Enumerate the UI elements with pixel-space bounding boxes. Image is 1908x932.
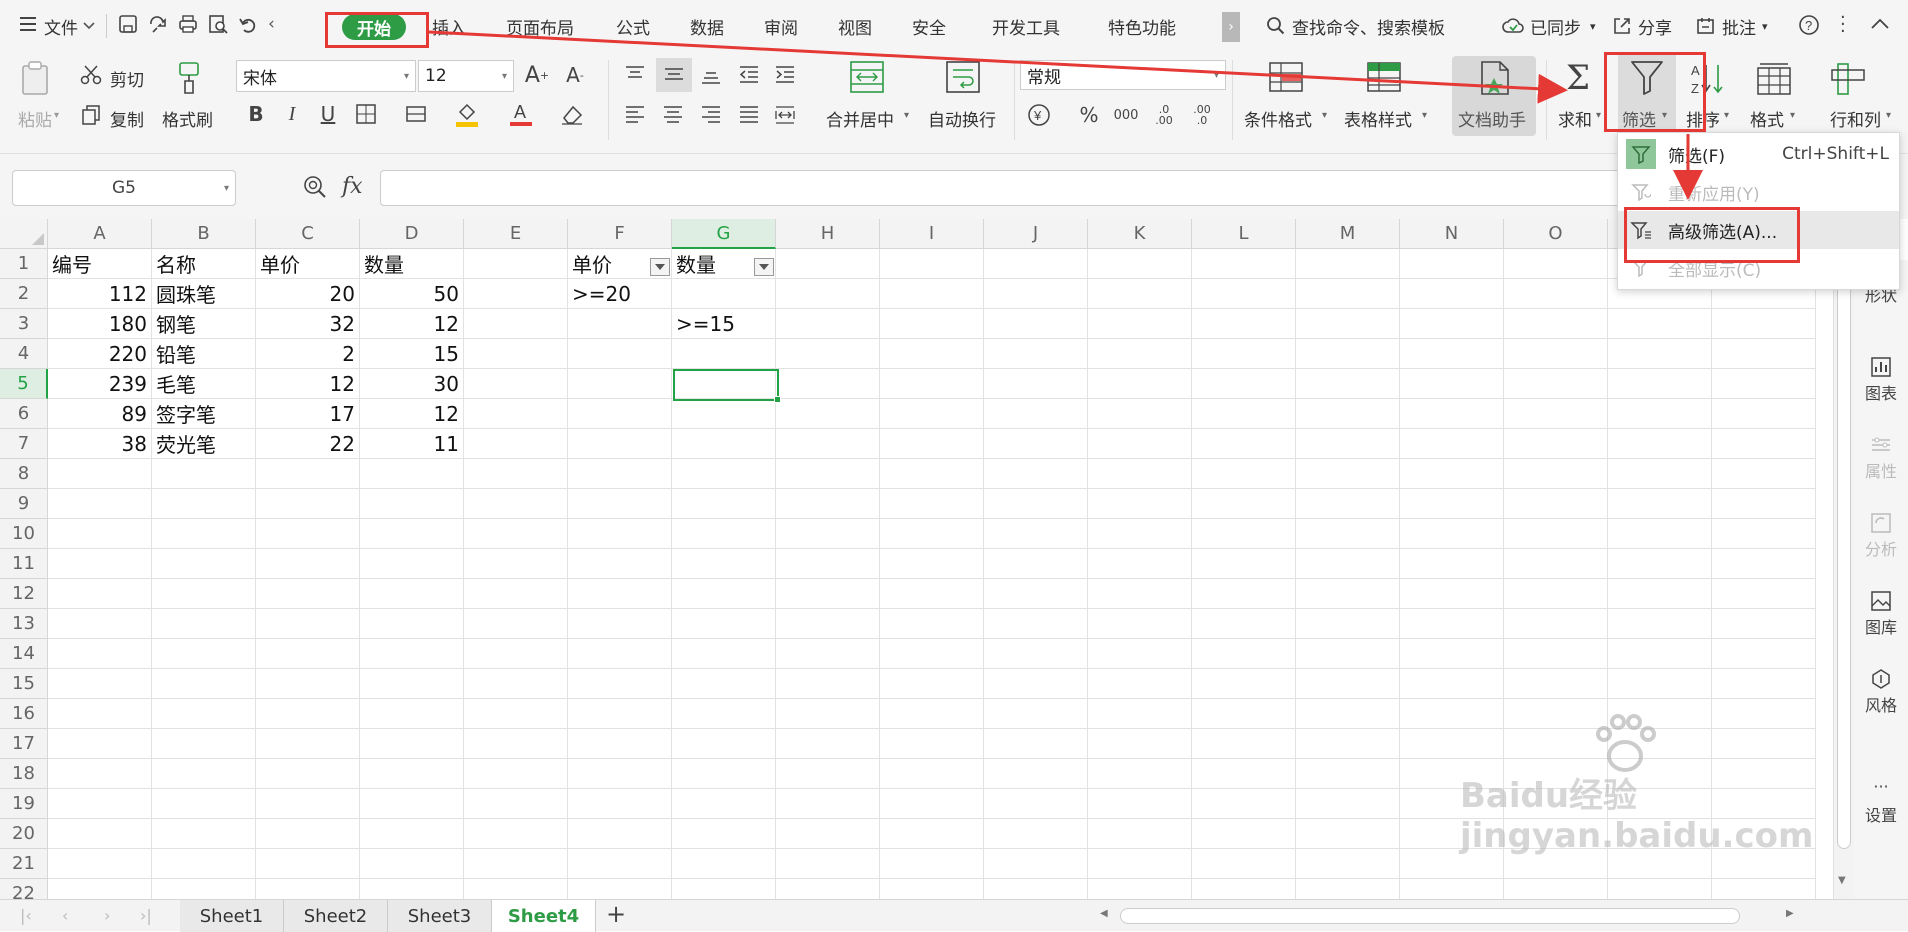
annotation-arrows <box>428 30 1703 200</box>
